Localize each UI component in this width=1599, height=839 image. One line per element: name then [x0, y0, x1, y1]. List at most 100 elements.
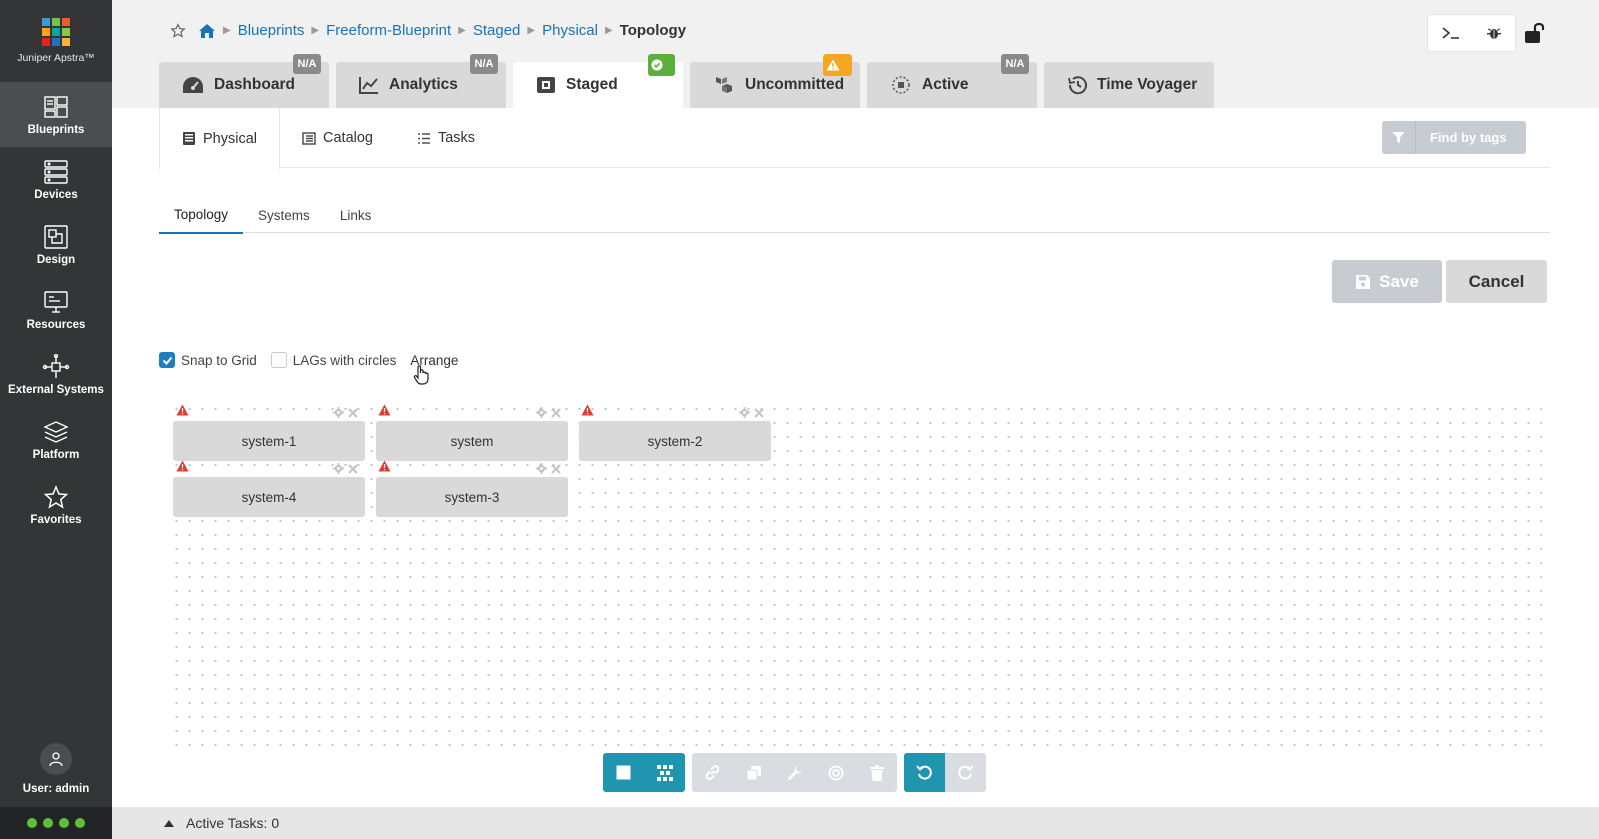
app-name: Juniper Apstra™: [17, 52, 95, 64]
viewtab-systems[interactable]: Systems: [243, 197, 325, 233]
active-tasks-label: Active Tasks: 0: [186, 815, 280, 831]
link-button[interactable]: [692, 753, 733, 792]
save-label: Save: [1379, 271, 1419, 291]
history-icon: [1068, 76, 1087, 95]
apstra-logo[interactable]: Juniper Apstra™: [0, 0, 112, 82]
sidebar-item-label: Favorites: [30, 513, 82, 526]
tab-uncommitted[interactable]: Uncommitted: [690, 54, 860, 108]
clone-button[interactable]: [733, 753, 774, 792]
terminal-icon[interactable]: [1441, 25, 1461, 41]
resources-icon: [44, 290, 68, 313]
sidebar-item-resources[interactable]: Resources: [0, 277, 112, 342]
chevron-right-icon: ▶: [458, 25, 466, 36]
active-deploy-icon: [892, 76, 910, 94]
topology-node-system-4[interactable]: system-4: [173, 477, 365, 517]
warning-icon: [378, 460, 391, 472]
square-icon: [616, 765, 631, 780]
warning-icon: [581, 404, 594, 416]
breadcrumb-current: Topology: [619, 22, 687, 39]
edit-tools-group: [692, 753, 897, 792]
status-dot: [59, 818, 69, 828]
subtab-tasks[interactable]: Tasks: [395, 108, 497, 168]
target-icon: [828, 765, 843, 780]
tab-time-voyager[interactable]: Time Voyager: [1044, 62, 1214, 108]
design-icon: [44, 224, 68, 249]
tab-status-badge: N/A: [470, 54, 498, 74]
chevron-right-icon: ▶: [223, 25, 231, 36]
copy-icon: [745, 765, 761, 781]
snap-to-grid-checkbox[interactable]: [159, 352, 175, 368]
health-status-indicators[interactable]: [0, 807, 112, 839]
sidebar-item-external-systems[interactable]: External Systems: [0, 342, 112, 407]
sidebar-item-label: Platform: [32, 448, 80, 461]
breadcrumb: ▶ Blueprints ▶ Freeform-Blueprint ▶ Stag…: [170, 22, 686, 39]
find-by-tags-button[interactable]: Find by tags: [1382, 121, 1526, 154]
catalog-icon: [302, 131, 316, 145]
topology-node-system-1[interactable]: system-1: [173, 421, 365, 461]
viewtab-topology[interactable]: Topology: [159, 197, 244, 234]
cancel-button[interactable]: Cancel: [1446, 260, 1547, 303]
redo-icon: [958, 765, 974, 780]
breadcrumb-blueprints[interactable]: Blueprints: [238, 22, 305, 39]
home-icon[interactable]: [198, 23, 216, 39]
topology-node-system-2[interactable]: system-2: [579, 421, 771, 461]
sidebar-item-devices[interactable]: Devices: [0, 147, 112, 212]
cubes-icon: [716, 77, 732, 93]
add-multiple-nodes-button[interactable]: [644, 753, 685, 792]
target-button[interactable]: [815, 753, 856, 792]
status-dot: [43, 818, 53, 828]
user-menu[interactable]: User: admin: [0, 743, 112, 795]
sidebar-item-design[interactable]: Design: [0, 212, 112, 277]
star-outline-icon[interactable]: [170, 22, 186, 39]
breadcrumb-staged[interactable]: Staged: [473, 22, 521, 39]
redo-button[interactable]: [945, 753, 986, 792]
sidebar-item-label: Blueprints: [27, 123, 85, 136]
breadcrumb-physical[interactable]: Physical: [542, 22, 598, 39]
sidebar-item-blueprints[interactable]: Blueprints: [0, 82, 112, 147]
breadcrumb-freeform-blueprint[interactable]: Freeform-Blueprint: [326, 22, 451, 39]
external-systems-icon: [42, 353, 70, 378]
tab-staged[interactable]: Staged: [513, 54, 683, 108]
hand-cursor-icon: [413, 365, 429, 385]
sidebar-item-platform[interactable]: Platform: [0, 407, 112, 472]
check-icon: [648, 54, 675, 76]
lags-with-circles-checkbox[interactable]: [270, 352, 287, 368]
sidebar-item-favorites[interactable]: Favorites: [0, 472, 112, 537]
lags-with-circles-label: LAGs with circles: [292, 352, 397, 368]
sidebar-item-label: Design: [36, 253, 76, 266]
delete-button[interactable]: [856, 753, 897, 792]
topology-node-system[interactable]: system: [376, 421, 568, 461]
tab-active[interactable]: Active N/A: [867, 54, 1037, 108]
tab-dashboard[interactable]: Dashboard N/A: [159, 54, 329, 108]
subtab-label: Catalog: [323, 130, 373, 146]
viewtab-links[interactable]: Links: [325, 197, 387, 233]
header-tools: [1427, 14, 1516, 52]
warning-icon: [378, 404, 391, 416]
tab-label: Dashboard: [214, 76, 295, 93]
staged-icon: [537, 77, 555, 93]
tab-label: Time Voyager: [1097, 76, 1198, 93]
lags-with-circles-option[interactable]: LAGs with circles: [270, 352, 397, 368]
snap-to-grid-option[interactable]: Snap to Grid: [159, 352, 257, 368]
sidebar: Juniper Apstra™ Blueprints Devices Desig…: [0, 0, 112, 839]
subtab-physical[interactable]: Physical: [159, 108, 280, 169]
edit-properties-button[interactable]: [774, 753, 815, 792]
save-button[interactable]: Save: [1332, 260, 1442, 303]
physical-icon: [183, 132, 195, 145]
tasks-list-icon: [417, 132, 430, 144]
topology-view-tabs: Topology Systems Links: [159, 197, 1550, 234]
active-tasks-bar[interactable]: Active Tasks: 0: [112, 807, 1599, 839]
platform-icon: [43, 420, 69, 443]
tab-analytics[interactable]: Analytics N/A: [336, 54, 506, 108]
bug-icon[interactable]: [1486, 25, 1502, 41]
unlock-icon[interactable]: [1524, 22, 1548, 44]
grid-pattern-icon: [656, 764, 673, 781]
snap-to-grid-label: Snap to Grid: [181, 352, 257, 368]
undo-button[interactable]: [904, 753, 945, 792]
status-dot: [27, 818, 37, 828]
sidebar-item-label: Devices: [34, 188, 78, 201]
add-node-button[interactable]: [603, 753, 644, 792]
subtab-catalog[interactable]: Catalog: [280, 108, 395, 168]
topology-canvas[interactable]: system-1 system system-2 system-4 system…: [170, 402, 1542, 754]
topology-node-system-3[interactable]: system-3: [376, 477, 568, 517]
